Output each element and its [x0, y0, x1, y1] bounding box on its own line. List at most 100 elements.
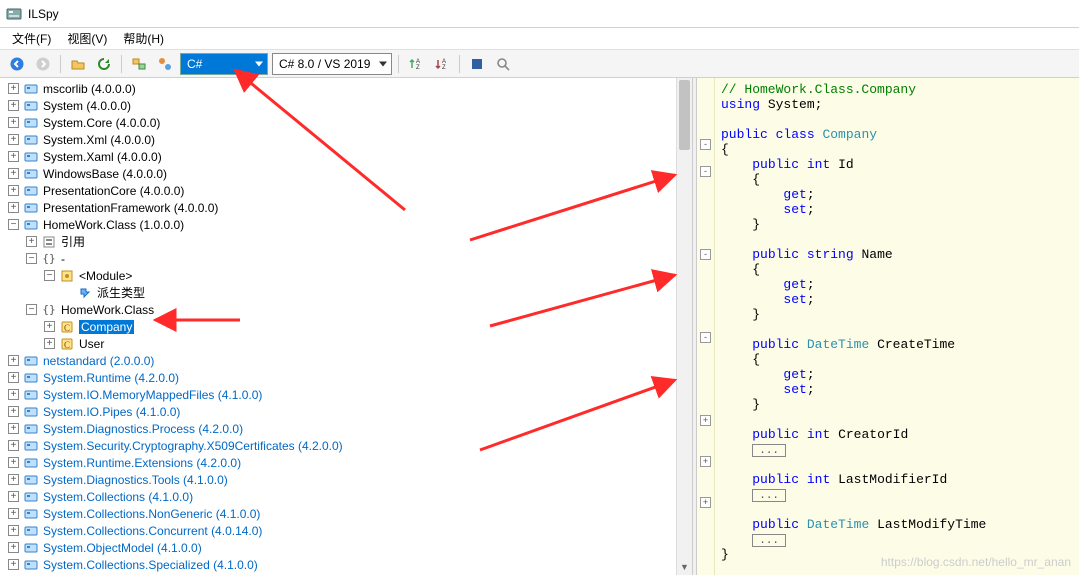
tree-item-label[interactable]: System.Xml (4.0.0.0): [43, 133, 155, 147]
expand-toggle-icon[interactable]: +: [8, 151, 19, 162]
open-button[interactable]: [67, 53, 89, 75]
tree-row[interactable]: + System.Runtime.Extensions (4.2.0.0): [0, 454, 692, 471]
tree-row[interactable]: +引用: [0, 233, 692, 250]
tree-row[interactable]: 派生类型: [0, 284, 692, 301]
expand-toggle-icon[interactable]: +: [8, 423, 19, 434]
tree-row[interactable]: +System.Collections (4.1.0.0): [0, 488, 692, 505]
expand-toggle-icon[interactable]: +: [8, 168, 19, 179]
tree-item-label[interactable]: HomeWork.Class (1.0.0.0): [43, 218, 184, 232]
fold-toggle[interactable]: -: [700, 139, 711, 150]
tree-row[interactable]: + PresentationFramework (4.0.0.0): [0, 199, 692, 216]
code-pane[interactable]: - - - - + + + // HomeWork.Class.Company …: [697, 78, 1079, 575]
tree-scrollbar[interactable]: ▲ ▼: [676, 78, 692, 575]
tree-row[interactable]: + System.ObjectModel (4.1.0.0): [0, 539, 692, 556]
assembly-tree[interactable]: +mscorlib (4.0.0.0)+System (4.0.0.0)+Sys…: [0, 80, 692, 573]
fold-toggle[interactable]: +: [700, 456, 711, 467]
tree-item-label[interactable]: System.Diagnostics.Process (4.2.0.0): [43, 422, 243, 436]
tree-item-label[interactable]: User: [79, 337, 104, 351]
expand-toggle-icon[interactable]: +: [8, 440, 19, 451]
tree-item-label[interactable]: netstandard (2.0.0.0): [43, 354, 154, 368]
tree-row[interactable]: + System.Collections.Concurrent (4.0.14.0…: [0, 522, 692, 539]
tree-row[interactable]: + System.IO.MemoryMappedFiles (4.1.0.0): [0, 386, 692, 403]
tree-row[interactable]: +System.Collections.NonGeneric (4.1.0.0): [0, 505, 692, 522]
collapse-toggle-icon[interactable]: −: [8, 219, 19, 230]
collapsed-region-icon[interactable]: ...: [752, 444, 786, 457]
tree-item-label[interactable]: WindowsBase (4.0.0.0): [43, 167, 167, 181]
expand-toggle-icon[interactable]: +: [8, 474, 19, 485]
tree-item-label[interactable]: -: [61, 252, 65, 266]
tree-item-label[interactable]: 引用: [61, 233, 85, 250]
collapsed-region-icon[interactable]: ...: [752, 534, 786, 547]
expand-toggle-icon[interactable]: +: [8, 389, 19, 400]
expand-toggle-icon[interactable]: +: [8, 559, 19, 570]
tree-item-label[interactable]: System.Runtime (4.2.0.0): [43, 371, 179, 385]
expand-toggle-icon[interactable]: +: [8, 542, 19, 553]
find-derived-button[interactable]: [154, 53, 176, 75]
tree-row[interactable]: +CUser: [0, 335, 692, 352]
expand-toggle-icon[interactable]: +: [8, 525, 19, 536]
expand-toggle-icon[interactable]: +: [44, 321, 55, 332]
tree-item-label[interactable]: System.ObjectModel (4.1.0.0): [43, 541, 202, 555]
tree-item-label[interactable]: Company: [79, 320, 134, 334]
fold-toggle[interactable]: -: [700, 249, 711, 260]
tree-item-label[interactable]: System.Runtime.Extensions (4.2.0.0): [43, 456, 241, 470]
tree-row[interactable]: +System.Security.Cryptography.X509Certif…: [0, 437, 692, 454]
tree-row[interactable]: + System.Diagnostics.Process (4.2.0.0): [0, 420, 692, 437]
tree-row[interactable]: +netstandard (2.0.0.0): [0, 352, 692, 369]
find-usages-button[interactable]: [128, 53, 150, 75]
expand-toggle-icon[interactable]: +: [8, 406, 19, 417]
code-editor[interactable]: // HomeWork.Class.Company using System; …: [715, 78, 1079, 575]
scroll-down-arrow-icon[interactable]: ▼: [677, 559, 692, 575]
tree-item-label[interactable]: PresentationFramework (4.0.0.0): [43, 201, 218, 215]
scroll-thumb[interactable]: [679, 80, 690, 150]
expand-toggle-icon[interactable]: +: [8, 202, 19, 213]
tree-item-label[interactable]: HomeWork.Class: [61, 303, 154, 317]
tree-row[interactable]: + mscorlib (4.0.0.0): [0, 80, 692, 97]
tree-item-label[interactable]: System.Collections.Concurrent (4.0.14.0): [43, 524, 262, 538]
expand-toggle-icon[interactable]: +: [8, 185, 19, 196]
expand-toggle-icon[interactable]: +: [44, 338, 55, 349]
tree-row[interactable]: +System.Xml (4.0.0.0): [0, 131, 692, 148]
search-button[interactable]: [492, 53, 514, 75]
menu-view[interactable]: 视图(V): [59, 28, 115, 49]
tree-row[interactable]: +CCompany: [0, 318, 692, 335]
tree-item-label[interactable]: mscorlib (4.0.0.0): [43, 82, 136, 96]
collapse-toggle-icon[interactable]: −: [26, 253, 37, 264]
framework-select[interactable]: C# 8.0 / VS 2019: [272, 53, 392, 75]
menu-help[interactable]: 帮助(H): [115, 28, 172, 49]
tree-item-label[interactable]: System (4.0.0.0): [43, 99, 131, 113]
tree-row[interactable]: + System.IO.Pipes (4.1.0.0): [0, 403, 692, 420]
menu-file[interactable]: 文件(F): [4, 28, 59, 49]
collapsed-region-icon[interactable]: ...: [752, 489, 786, 502]
tree-item-label[interactable]: System.Diagnostics.Tools (4.1.0.0): [43, 473, 228, 487]
collapse-toggle-icon[interactable]: −: [44, 270, 55, 281]
expand-toggle-icon[interactable]: +: [8, 372, 19, 383]
refresh-button[interactable]: [93, 53, 115, 75]
tree-item-label[interactable]: System.IO.MemoryMappedFiles (4.1.0.0): [43, 388, 262, 402]
expand-toggle-icon[interactable]: +: [8, 100, 19, 111]
fold-toggle[interactable]: +: [700, 415, 711, 426]
fold-toggle[interactable]: -: [700, 332, 711, 343]
expand-toggle-icon[interactable]: +: [8, 117, 19, 128]
tree-item-label[interactable]: System.Xaml (4.0.0.0): [43, 150, 162, 164]
tree-row[interactable]: + WindowsBase (4.0.0.0): [0, 165, 692, 182]
expand-toggle-icon[interactable]: +: [8, 457, 19, 468]
tree-row[interactable]: − HomeWork.Class (1.0.0.0): [0, 216, 692, 233]
tree-row[interactable]: −{}HomeWork.Class: [0, 301, 692, 318]
assembly-tree-pane[interactable]: +mscorlib (4.0.0.0)+System (4.0.0.0)+Sys…: [0, 78, 692, 575]
tree-row[interactable]: + System.Runtime (4.2.0.0): [0, 369, 692, 386]
tree-item-label[interactable]: 派生类型: [97, 284, 145, 301]
tree-row[interactable]: + System.Xaml (4.0.0.0): [0, 148, 692, 165]
expand-toggle-icon[interactable]: +: [8, 491, 19, 502]
fold-toggle[interactable]: -: [700, 166, 711, 177]
nav-back-button[interactable]: [6, 53, 28, 75]
tree-row[interactable]: +System.Collections.Specialized (4.1.0.0…: [0, 556, 692, 573]
expand-toggle-icon[interactable]: +: [8, 83, 19, 94]
nav-forward-button[interactable]: [32, 53, 54, 75]
fold-toggle[interactable]: +: [700, 497, 711, 508]
tree-item-label[interactable]: System.Core (4.0.0.0): [43, 116, 160, 130]
tree-item-label[interactable]: System.IO.Pipes (4.1.0.0): [43, 405, 180, 419]
sort-asc-button[interactable]: AZ: [405, 53, 427, 75]
language-select[interactable]: C#: [180, 53, 268, 75]
show-il-button[interactable]: [466, 53, 488, 75]
